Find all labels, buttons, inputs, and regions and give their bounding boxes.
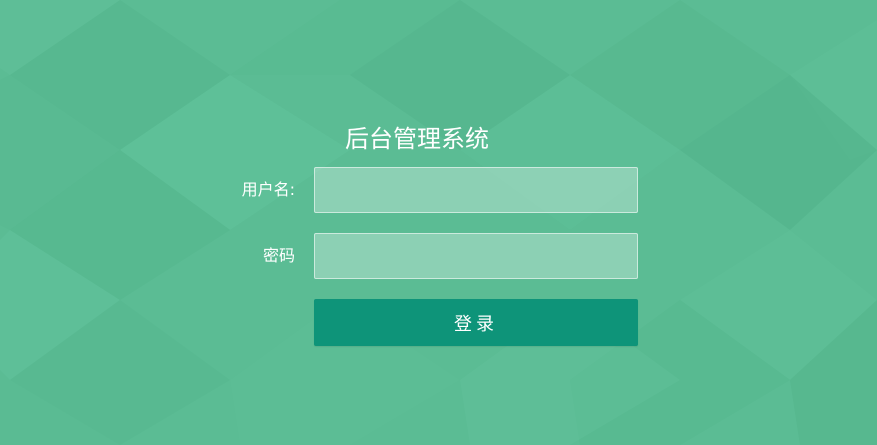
login-panel: 后台管理系统 用户名: 密码 登录: [0, 0, 877, 445]
password-label: 密码: [262, 246, 295, 265]
login-button[interactable]: 登录: [314, 299, 638, 346]
username-input[interactable]: [314, 167, 638, 213]
username-label: 用户名:: [241, 180, 295, 199]
page-title: 后台管理系统: [345, 125, 489, 153]
password-input[interactable]: [314, 233, 638, 279]
